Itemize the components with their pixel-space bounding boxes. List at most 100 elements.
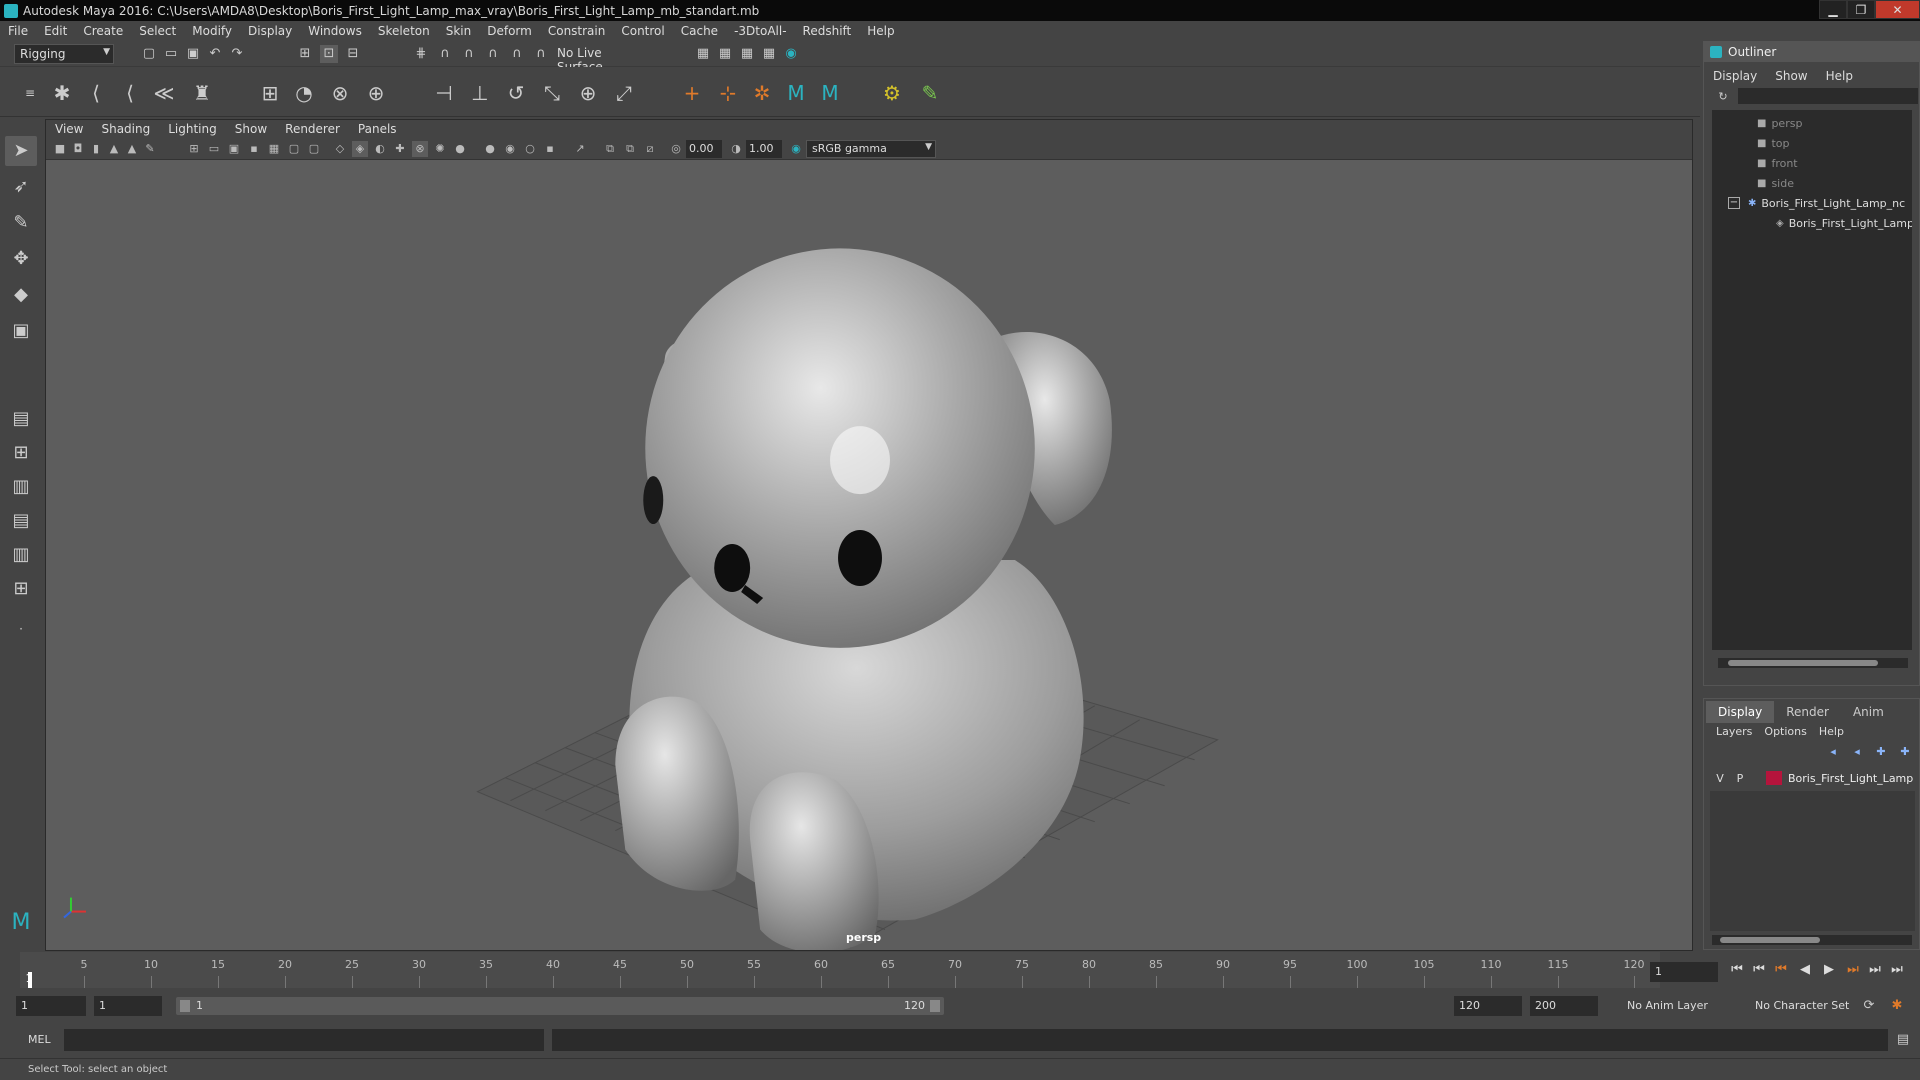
menu-modify[interactable]: Modify [184,24,240,38]
two-pane-layout-icon[interactable]: ▥ [5,472,37,502]
tab-anim[interactable]: Anim [1841,701,1896,723]
outliner-node-front[interactable]: ■ front [1757,154,1798,172]
locator-snap-icon[interactable]: ⊹ [714,79,742,107]
animation-preferences-icon[interactable]: ✱ [1888,997,1906,1015]
outliner-menu-help[interactable]: Help [1817,69,1862,83]
step-forward-key-icon[interactable]: ⏭ [1866,962,1884,978]
locator-icon[interactable]: + [678,79,706,107]
move-layer-up-icon[interactable]: ◂ [1824,743,1842,761]
exposure-icon[interactable]: ◎ [668,141,684,157]
snap-view-icon[interactable]: ∩ [484,45,502,63]
menu-cache[interactable]: Cache [673,24,726,38]
layer-playback-toggle[interactable]: P [1730,772,1750,785]
wireframe-icon[interactable]: ◇ [332,141,348,157]
scale-tool-icon[interactable]: ▣ [5,316,37,346]
python-script-icon[interactable]: ⚙ [878,79,906,107]
pan-zoom-icon[interactable]: ▲ [124,141,140,157]
outliner-scrollbar[interactable] [1718,658,1908,668]
scrollbar-thumb[interactable] [1728,660,1878,666]
outliner-node-side[interactable]: ■ side [1757,174,1794,192]
menu-create[interactable]: Create [75,24,131,38]
camera-attributes-icon[interactable]: ■ [52,141,68,157]
select-component-icon[interactable]: ⊟ [344,45,362,63]
bind-skin-icon[interactable]: ⊞ [256,79,284,107]
snap-grid-icon[interactable]: ⋕ [412,45,430,63]
viewport-menu-show[interactable]: Show [226,122,276,136]
backface-culling-icon[interactable]: ⧄ [642,141,658,157]
menu-constrain[interactable]: Constrain [540,24,614,38]
joint-tool-icon[interactable]: ✱ [48,79,76,107]
minimize-button[interactable]: ▁ [1819,0,1847,19]
new-layer-icon[interactable]: ✚ [1872,743,1890,761]
mode-dropdown[interactable]: Rigging ▼ [14,44,114,64]
range-end-handle[interactable] [930,1000,940,1012]
menu-display[interactable]: Display [240,24,300,38]
layer-row[interactable]: V P Boris_First_Light_Lamp [1710,769,1915,787]
auto-key-icon[interactable]: ⟳ [1860,997,1878,1015]
menu-control[interactable]: Control [613,24,672,38]
orient-constraint-icon[interactable]: ↺ [502,79,530,107]
wireframe-on-shaded-icon[interactable]: ◐ [372,141,388,157]
menu-windows[interactable]: Windows [300,24,370,38]
gate-mask-icon[interactable]: ▪ [246,141,262,157]
character-set-dropdown[interactable]: No Character Set [1750,996,1866,1016]
use-all-lights-icon[interactable]: ⊗ [412,141,428,157]
maya-script-2-icon[interactable]: M [816,79,844,107]
maya-home-icon[interactable]: M [5,908,37,938]
menu-deform[interactable]: Deform [479,24,540,38]
scrollbar-thumb[interactable] [1720,937,1820,943]
paint-weights-icon[interactable]: ◔ [290,79,318,107]
field-chart-icon[interactable]: ▦ [266,141,282,157]
parent-constraint-icon[interactable]: ⊕ [574,79,602,107]
x-ray-icon[interactable]: ▪ [542,141,558,157]
open-scene-icon[interactable]: ▭ [162,45,180,63]
scene-view[interactable] [46,160,1692,951]
lattice-icon[interactable]: ⊗ [326,79,354,107]
viewport-menu-shading[interactable]: Shading [92,122,159,136]
four-view-layout-icon[interactable]: ⊞ [5,438,37,468]
layout-options-icon[interactable]: · [5,614,37,644]
anim-layer-dropdown[interactable]: No Anim Layer [1622,996,1734,1016]
viewport-menu-view[interactable]: View [46,122,92,136]
joint-orient-icon[interactable]: ✲ [748,79,776,107]
x-ray-joints-icon[interactable]: ⧉ [602,141,618,157]
select-hierarchy-icon[interactable]: ⊞ [296,45,314,63]
shadows-icon[interactable]: ✺ [432,141,448,157]
menu-edit[interactable]: Edit [36,24,75,38]
cluster-icon[interactable]: ⊕ [362,79,390,107]
exposure-field[interactable]: 0.00 [686,140,722,158]
range-start-handle[interactable] [180,1000,190,1012]
mirror-joint-icon[interactable]: ≪ [150,79,178,107]
new-layer-selected-icon[interactable]: ✚ [1896,743,1914,761]
lasso-tool-icon[interactable]: ➶ [5,172,37,202]
menu-3dtoall[interactable]: -3DtoAll- [726,24,794,38]
ik-spline-icon[interactable]: ⟨ [116,79,144,107]
smooth-shade-icon[interactable]: ◈ [352,141,368,157]
screen-space-ao-icon[interactable]: ● [452,141,468,157]
resolution-gate-icon[interactable]: ▣ [226,141,242,157]
save-scene-icon[interactable]: ▣ [184,45,202,63]
viewport-menu-panels[interactable]: Panels [349,122,406,136]
playback-end-field[interactable]: 120 [1454,996,1522,1016]
outliner-node-top[interactable]: ■ top [1757,134,1789,152]
menu-skeleton[interactable]: Skeleton [370,24,438,38]
shelf-options-icon[interactable]: ≡ [16,79,44,107]
time-slider[interactable]: 1 5 10 15 20 25 30 35 40 45 50 55 60 65 … [20,952,1660,988]
ipr-render-icon[interactable]: ▦ [716,45,734,63]
step-back-key-icon[interactable]: ⏮ [1750,962,1768,978]
viewport-menu-renderer[interactable]: Renderer [276,122,349,136]
aim-constraint-icon[interactable]: ⊥ [466,79,494,107]
maximize-button[interactable]: ❐ [1847,0,1875,19]
textured-icon[interactable]: ✚ [392,141,408,157]
outliner-menu-show[interactable]: Show [1766,69,1816,83]
maya-script-icon[interactable]: M [782,79,810,107]
gamma-field[interactable]: 1.00 [746,140,782,158]
redo-icon[interactable]: ↷ [228,45,246,63]
step-forward-frame-icon[interactable]: ⏭ [1844,962,1862,978]
snap-surface-icon[interactable]: ∩ [508,45,526,63]
single-perspective-layout-icon[interactable]: ▤ [5,404,37,434]
motion-blur-icon[interactable]: ● [482,141,498,157]
ik-handle-icon[interactable]: ⟨ [82,79,110,107]
camera-lock-icon[interactable]: ◘ [70,141,86,157]
playback-start-field[interactable]: 1 [94,996,162,1016]
